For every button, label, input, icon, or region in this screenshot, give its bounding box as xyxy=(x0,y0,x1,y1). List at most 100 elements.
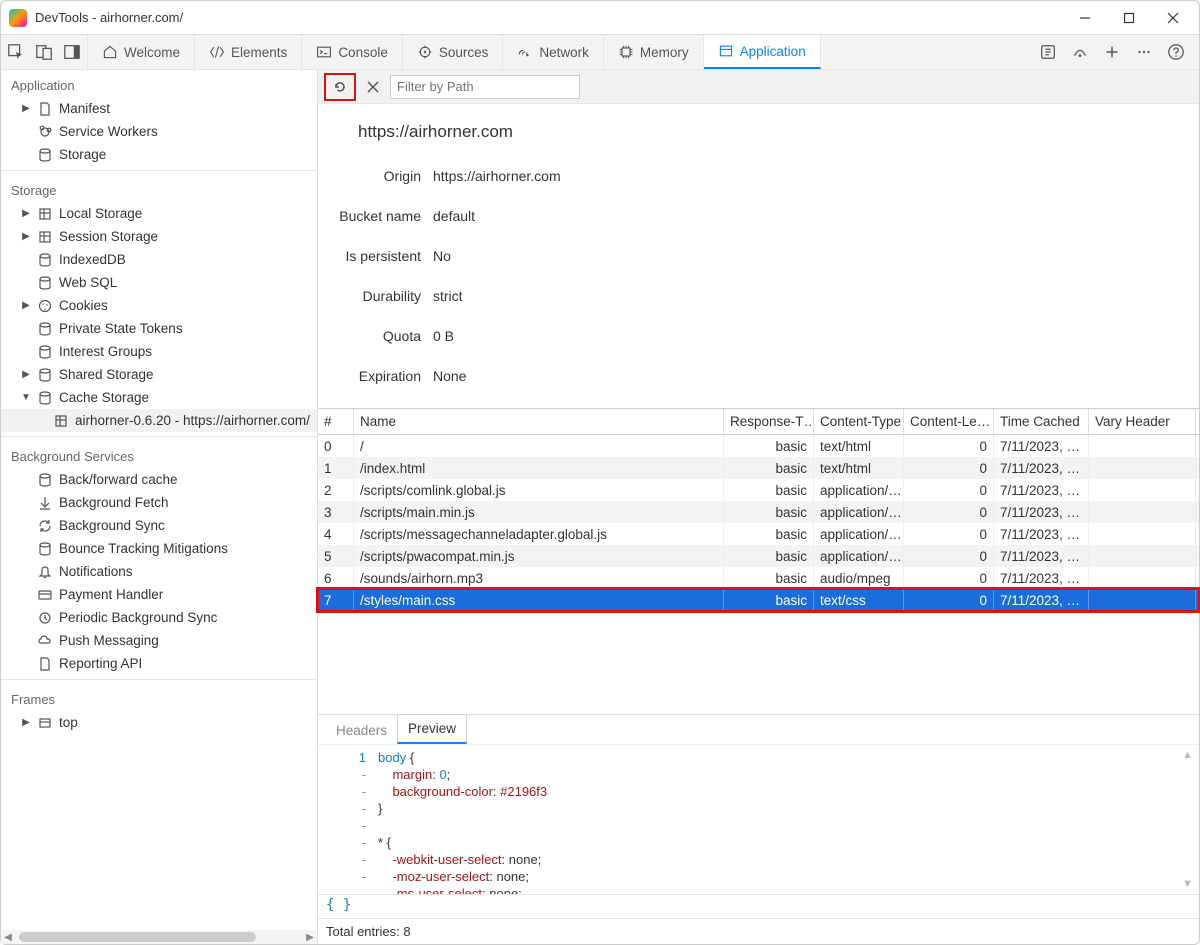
window-title: DevTools - airhorner.com/ xyxy=(35,10,1063,25)
grid-row[interactable]: 1/index.htmlbasictext/html07/11/2023, … xyxy=(318,457,1199,479)
tab-sources[interactable]: Sources xyxy=(403,35,504,69)
sidebar-item-shared-storage[interactable]: ▶Shared Storage xyxy=(1,363,317,386)
sidebar-item-private-state[interactable]: Private State Tokens xyxy=(1,317,317,340)
code-preview[interactable]: 1--------- body { margin: 0; background-… xyxy=(318,744,1199,894)
cache-details: https://airhorner.com Originhttps://airh… xyxy=(318,104,1199,408)
grid-row[interactable]: 6/sounds/airhorn.mp3basicaudio/mpeg07/11… xyxy=(318,567,1199,589)
sidebar-item-bg-fetch[interactable]: Background Fetch xyxy=(1,491,317,514)
sidebar-item-local-storage[interactable]: ▶Local Storage xyxy=(1,202,317,225)
grid-row[interactable]: 7/styles/main.cssbasictext/css07/11/2023… xyxy=(318,589,1199,611)
sidebar-item-interest-groups[interactable]: Interest Groups xyxy=(1,340,317,363)
grid-header[interactable]: # Name Response-T… Content-Type Content-… xyxy=(318,409,1199,435)
sidebar-item-indexeddb[interactable]: IndexedDB xyxy=(1,248,317,271)
sidebar-item-service-workers[interactable]: Service Workers xyxy=(1,120,317,143)
tab-console[interactable]: Console xyxy=(302,35,403,69)
meta-persist-k: Is persistent xyxy=(338,248,433,264)
sidebar-item-websql[interactable]: Web SQL xyxy=(1,271,317,294)
sidebar-item-push[interactable]: Push Messaging xyxy=(1,629,317,652)
sidebar-item-frame-top[interactable]: ▶top xyxy=(1,711,317,734)
sidebar-item-notifications[interactable]: Notifications xyxy=(1,560,317,583)
section-application: Application xyxy=(1,70,317,97)
meta-bucket-v: default xyxy=(433,208,475,224)
grid-row[interactable]: 3/scripts/main.min.jsbasicapplication/…0… xyxy=(318,501,1199,523)
meta-dur-k: Durability xyxy=(338,288,433,304)
grid-row[interactable]: 2/scripts/comlink.global.jsbasicapplicat… xyxy=(318,479,1199,501)
help-icon[interactable] xyxy=(1167,43,1185,61)
col-content-type[interactable]: Content-Type xyxy=(814,409,904,434)
scroll-right-icon[interactable]: ▶ xyxy=(303,930,317,944)
col-time-cached[interactable]: Time Cached xyxy=(994,409,1089,434)
panel-tabbar: Welcome Elements Console Sources Network… xyxy=(1,34,1199,70)
pretty-print-button[interactable]: { } xyxy=(318,894,1199,918)
tab-preview[interactable]: Preview xyxy=(397,714,467,744)
css-overview-icon[interactable] xyxy=(1039,43,1057,61)
sidebar-item-cache-entry[interactable]: airhorner-0.6.20 - https://airhorner.com… xyxy=(1,409,317,432)
sidebar-item-manifest[interactable]: ▶Manifest xyxy=(1,97,317,120)
scroll-down-icon[interactable]: ▼ xyxy=(1182,878,1193,890)
section-frames: Frames xyxy=(1,684,317,711)
device-icon[interactable] xyxy=(35,43,53,61)
meta-exp-v: None xyxy=(433,368,466,384)
grid-row[interactable]: 4/scripts/messagechanneladapter.global.j… xyxy=(318,523,1199,545)
clear-button[interactable] xyxy=(360,74,386,100)
tab-network[interactable]: Network xyxy=(503,35,604,69)
minimize-button[interactable] xyxy=(1063,1,1107,34)
sidebar-scrollbar[interactable]: ◀ ▶ xyxy=(1,930,317,944)
sidebar-item-payment[interactable]: Payment Handler xyxy=(1,583,317,606)
sidebar[interactable]: Application ▶Manifest Service Workers St… xyxy=(1,70,318,944)
cache-toolbar xyxy=(318,70,1199,104)
cache-grid: # Name Response-T… Content-Type Content-… xyxy=(318,408,1199,611)
content-pane: https://airhorner.com Originhttps://airh… xyxy=(318,70,1199,944)
titlebar: DevTools - airhorner.com/ xyxy=(1,1,1199,34)
sidebar-item-reporting[interactable]: Reporting API xyxy=(1,652,317,675)
dock-controls xyxy=(1,35,88,69)
meta-origin-v: https://airhorner.com xyxy=(433,168,561,184)
col-name[interactable]: Name xyxy=(354,409,724,434)
meta-dur-v: strict xyxy=(433,288,463,304)
maximize-button[interactable] xyxy=(1107,1,1151,34)
tabbar-right xyxy=(1025,35,1199,69)
sidebar-item-bg-sync[interactable]: Background Sync xyxy=(1,514,317,537)
filter-input[interactable] xyxy=(390,75,580,99)
tab-application[interactable]: Application xyxy=(704,35,821,69)
refresh-button[interactable] xyxy=(327,74,353,100)
new-tab-icon[interactable] xyxy=(1103,43,1121,61)
col-response-type[interactable]: Response-T… xyxy=(724,409,814,434)
meta-quota-k: Quota xyxy=(338,328,433,344)
close-button[interactable] xyxy=(1151,1,1195,34)
tab-memory[interactable]: Memory xyxy=(604,35,704,69)
sidebar-item-cache-storage[interactable]: ▼Cache Storage xyxy=(1,386,317,409)
tab-headers[interactable]: Headers xyxy=(326,717,397,744)
scroll-left-icon[interactable]: ◀ xyxy=(1,930,15,944)
grid-row[interactable]: 5/scripts/pwacompat.min.jsbasicapplicati… xyxy=(318,545,1199,567)
scroll-thumb[interactable] xyxy=(19,932,256,942)
dock-side-icon[interactable] xyxy=(63,43,81,61)
code-gutter: 1--------- xyxy=(318,745,374,894)
meta-quota-v: 0 B xyxy=(433,328,454,344)
sidebar-item-cookies[interactable]: ▶Cookies xyxy=(1,294,317,317)
inspect-icon[interactable] xyxy=(7,43,25,61)
sidebar-item-bfcache[interactable]: Back/forward cache xyxy=(1,468,317,491)
details-title: https://airhorner.com xyxy=(358,122,1179,142)
refresh-highlight xyxy=(324,73,356,101)
code-body: body { margin: 0; background-color: #219… xyxy=(374,745,547,894)
grid-spacer xyxy=(318,611,1199,714)
sidebar-item-bounce[interactable]: Bounce Tracking Mitigations xyxy=(1,537,317,560)
sidebar-item-storage[interactable]: Storage xyxy=(1,143,317,166)
app-icon xyxy=(9,9,27,27)
grid-row[interactable]: 0/basictext/html07/11/2023, … xyxy=(318,435,1199,457)
col-vary[interactable]: Vary Header xyxy=(1089,409,1196,434)
more-icon[interactable] xyxy=(1135,43,1153,61)
tab-welcome[interactable]: Welcome xyxy=(88,35,195,69)
meta-exp-k: Expiration xyxy=(338,368,433,384)
sidebar-item-periodic-sync[interactable]: Periodic Background Sync xyxy=(1,606,317,629)
tab-elements[interactable]: Elements xyxy=(195,35,302,69)
sidebar-item-session-storage[interactable]: ▶Session Storage xyxy=(1,225,317,248)
performance-icon[interactable] xyxy=(1071,43,1089,61)
col-number[interactable]: # xyxy=(318,409,354,434)
scroll-up-icon[interactable]: ▲ xyxy=(1182,749,1193,761)
meta-origin-k: Origin xyxy=(338,168,433,184)
section-background-services: Background Services xyxy=(1,441,317,468)
meta-bucket-k: Bucket name xyxy=(338,208,433,224)
col-content-length[interactable]: Content-Le… xyxy=(904,409,994,434)
